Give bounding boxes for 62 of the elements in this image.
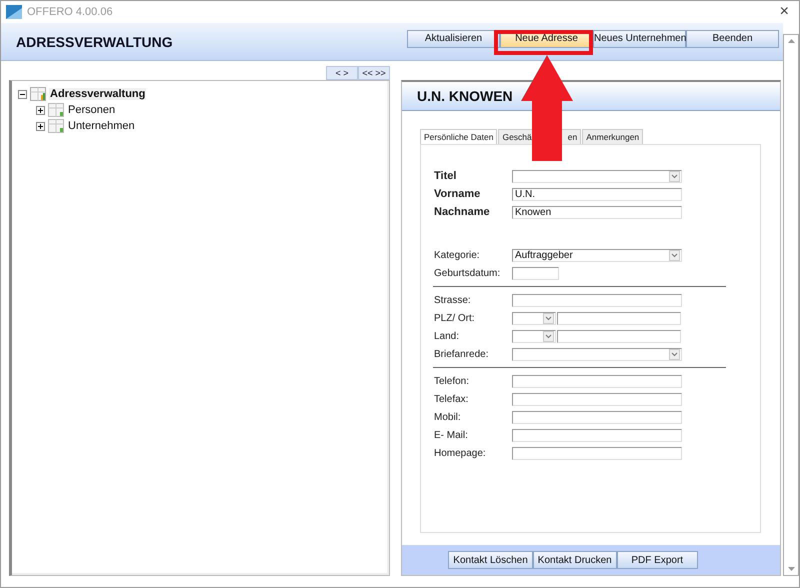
dropdown[interactable] [512,312,556,324]
tab[interactable]: Anmerkungen [582,129,644,144]
input-field[interactable] [512,446,682,460]
close-button[interactable]: × [774,3,795,21]
toolbar-button[interactable]: Neues Unternehmen [593,30,686,48]
action-button[interactable]: Kontakt Drucken [532,551,617,569]
app-icon [6,5,22,19]
tree-toggle-button[interactable]: < > [326,66,358,80]
input-field[interactable] [512,294,682,306]
field-label: Briefanrede: [434,348,490,360]
window-title: OFFERO 4.00.06 [27,6,113,18]
field-label: Geburtsdatum: [434,268,502,278]
field-label: Strasse: [434,294,472,306]
tab[interactable]: Persönliche Daten [420,129,498,144]
input-field[interactable]: U.N. [512,188,682,200]
field-label: Nachname [434,206,491,218]
input-field[interactable] [512,392,682,406]
dropdown[interactable]: Auftraggeber [512,248,682,262]
scroll-down-icon[interactable] [788,567,794,571]
chevron-down-icon [543,312,554,324]
field-label: Titel [434,170,458,182]
tree-item[interactable]: Unternehmen [67,120,136,132]
field-label: Kategorie: [434,250,481,260]
field-label: Homepage: [434,448,487,458]
field-label: Land: [434,330,460,342]
chevron-down-icon [543,330,554,342]
chevron-down-icon [669,170,680,182]
chevron-down-icon [669,250,680,260]
input-field[interactable] [557,330,681,342]
table-icon [30,87,46,101]
tree-item[interactable]: Personen [67,104,116,116]
dropdown[interactable] [512,330,556,342]
field-label: Telefon: [434,376,470,386]
collapse-icon[interactable] [18,90,27,98]
input-field[interactable]: Knowen [512,206,682,218]
scrollbar[interactable] [783,34,799,576]
page-title: ADRESSVERWALTUNG [16,34,173,50]
action-button[interactable]: PDF Export [616,551,698,569]
field-label: E- Mail: [434,430,469,440]
field-label: PLZ/ Ort: [434,312,476,324]
dropdown[interactable] [512,348,682,360]
table-icon [48,103,64,117]
tree-item[interactable]: Adressverwaltung [49,88,146,100]
toolbar-button[interactable]: Beenden [686,30,779,48]
field-label: Telefax: [434,394,470,404]
input-field[interactable] [512,374,682,388]
field-label: Mobil: [434,412,462,422]
expand-icon[interactable] [36,122,45,130]
contact-name: U.N. KNOWEN [417,88,513,104]
table-icon [48,119,64,133]
tree-toggle-button[interactable]: << >> [358,66,390,80]
chevron-down-icon [669,348,680,360]
expand-icon[interactable] [36,106,45,114]
input-field[interactable] [512,428,682,442]
input-field[interactable] [512,266,559,280]
field-label: Vorname [434,188,482,200]
dropdown[interactable] [512,170,682,182]
scroll-up-icon[interactable] [788,39,794,43]
input-field[interactable] [557,312,681,324]
toolbar-button[interactable]: Aktualisieren [407,30,500,48]
action-button[interactable]: Kontakt Löschen [448,551,533,569]
input-field[interactable] [512,410,682,424]
